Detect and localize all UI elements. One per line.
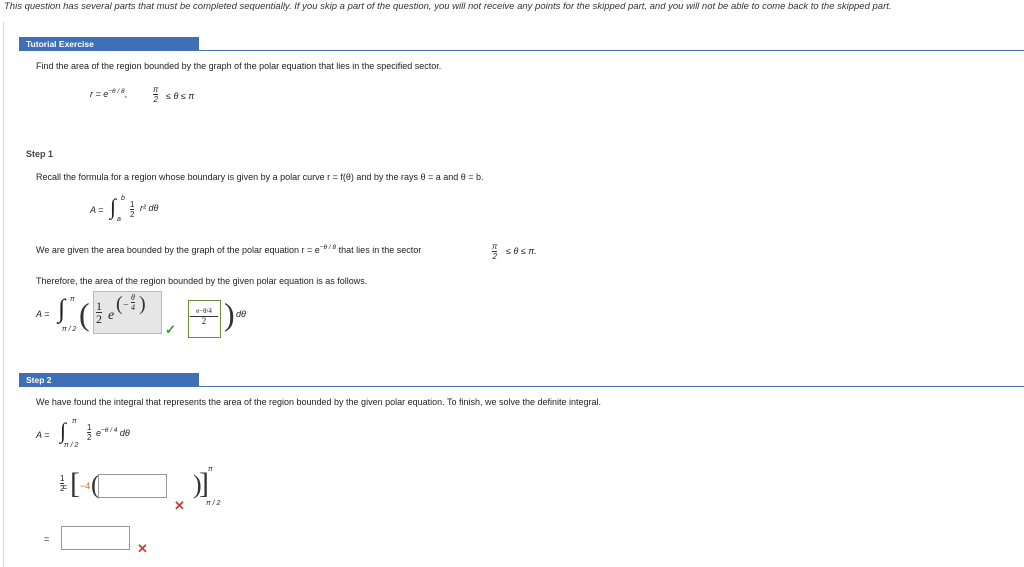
step2-half-two: 2 bbox=[60, 483, 65, 493]
formula-A: A = bbox=[90, 205, 104, 215]
given-exponent: −θ / 8 bbox=[319, 244, 337, 251]
step2-upper: π bbox=[72, 418, 77, 425]
eq-pi: π bbox=[153, 85, 159, 94]
eval-lower: π / 2 bbox=[206, 500, 221, 507]
given-suffix: that lies in the sector bbox=[338, 245, 422, 255]
eq-comma: , bbox=[124, 89, 128, 99]
therefore-text: Therefore, the area of the region bounde… bbox=[36, 276, 368, 286]
step2-lower: π / 2 bbox=[64, 442, 79, 449]
open-bracket-icon: [ bbox=[70, 467, 80, 500]
eq-frac: π2 bbox=[153, 85, 159, 104]
box1-exp-num: θ bbox=[131, 293, 135, 302]
correct-check-icon: ✓ bbox=[165, 322, 176, 337]
given-range: ≤ θ ≤ π. bbox=[506, 246, 537, 256]
box1-close-paren-icon: ) bbox=[139, 293, 146, 315]
instructions-notice: This question has several parts that mus… bbox=[4, 1, 892, 12]
step2-two: 2 bbox=[87, 432, 92, 442]
given-two: 2 bbox=[492, 251, 498, 261]
eval-upper: π bbox=[208, 466, 213, 473]
step1-label: Step 1 bbox=[26, 149, 54, 159]
step1-dtheta: dθ bbox=[236, 309, 246, 319]
ans-num: e−θ/4 bbox=[196, 307, 212, 315]
tutorial-prompt: Find the area of the region bounded by t… bbox=[36, 61, 442, 71]
given-statement: We are given the area bounded by the gra… bbox=[36, 244, 422, 255]
eq-exponent: −θ / 8 bbox=[108, 88, 125, 95]
step1-A: A = bbox=[36, 309, 50, 319]
step2-label: Step 2 bbox=[19, 373, 199, 387]
step2-A: A = bbox=[36, 430, 50, 440]
box1-e: e bbox=[108, 308, 115, 323]
step2-half-one: 1 bbox=[60, 474, 65, 483]
step1-recall: Recall the formula for a region whose bo… bbox=[36, 172, 484, 182]
step2-intro: We have found the integral that represen… bbox=[36, 397, 602, 407]
box1-exp: θ4 bbox=[131, 293, 135, 312]
step1-lower: π / 2 bbox=[62, 326, 77, 333]
formula-one: 1 bbox=[130, 200, 135, 209]
step2-header-rule bbox=[19, 386, 1024, 387]
integral-sign-icon: ∫ bbox=[110, 194, 117, 219]
tutorial-header-rule bbox=[19, 50, 1024, 51]
formula-tail: r² dθ bbox=[140, 203, 159, 213]
box1-num: 1 bbox=[96, 299, 102, 313]
ans-frac: e−θ/4 2 bbox=[190, 307, 218, 326]
step1-upper: π bbox=[70, 296, 75, 303]
tutorial-header: Tutorial Exercise bbox=[19, 37, 199, 51]
step2-exponent: −θ / 4 bbox=[101, 427, 118, 434]
integral-sign-icon: ∫ bbox=[58, 294, 66, 323]
given-frac: π2 bbox=[492, 242, 498, 261]
formula-lower: a bbox=[117, 216, 121, 223]
left-border bbox=[3, 22, 4, 567]
given-prefix: We are given the area bounded by the gra… bbox=[36, 245, 320, 255]
formula-upper: b bbox=[121, 195, 125, 202]
ans-den: 2 bbox=[190, 316, 218, 326]
step2-header: Step 2 bbox=[19, 373, 199, 387]
given-pi: π bbox=[492, 242, 498, 251]
eq-range: ≤ θ ≤ π bbox=[166, 91, 195, 101]
eq-two: 2 bbox=[153, 94, 159, 104]
polar-equation: r = e−θ / 8, bbox=[90, 88, 128, 99]
step2-equals-final: = bbox=[44, 534, 50, 544]
step2-half: 12 bbox=[87, 423, 92, 442]
step2-dtheta: dθ bbox=[119, 428, 130, 438]
step2-half-b: 12 bbox=[60, 474, 65, 493]
coefficient-neg-four: −4 bbox=[80, 481, 91, 491]
integral-sign-icon: ∫ bbox=[60, 418, 67, 443]
formula-half: 12 bbox=[130, 200, 135, 219]
formula-two: 2 bbox=[130, 209, 135, 219]
box1-minus: − bbox=[123, 300, 129, 311]
incorrect-x-icon: ✕ bbox=[174, 498, 185, 513]
box1-exp-den: 4 bbox=[131, 302, 135, 312]
box1-half: 12 bbox=[96, 300, 102, 325]
previous-answer-box bbox=[93, 291, 162, 334]
step2-expr: e−θ / 4 dθ bbox=[96, 427, 130, 438]
final-answer-input[interactable] bbox=[61, 526, 130, 550]
antiderivative-input[interactable] bbox=[98, 474, 167, 498]
box1-open-paren-icon: ( bbox=[116, 293, 123, 315]
close-paren-icon: ) bbox=[224, 296, 235, 332]
incorrect-x-icon: ✕ bbox=[137, 541, 148, 556]
box1-den: 2 bbox=[96, 312, 102, 326]
open-paren-icon: ( bbox=[79, 296, 90, 332]
step2-one: 1 bbox=[87, 423, 92, 432]
tutorial-header-label: Tutorial Exercise bbox=[19, 37, 199, 51]
eq-r: r = e bbox=[90, 89, 109, 99]
